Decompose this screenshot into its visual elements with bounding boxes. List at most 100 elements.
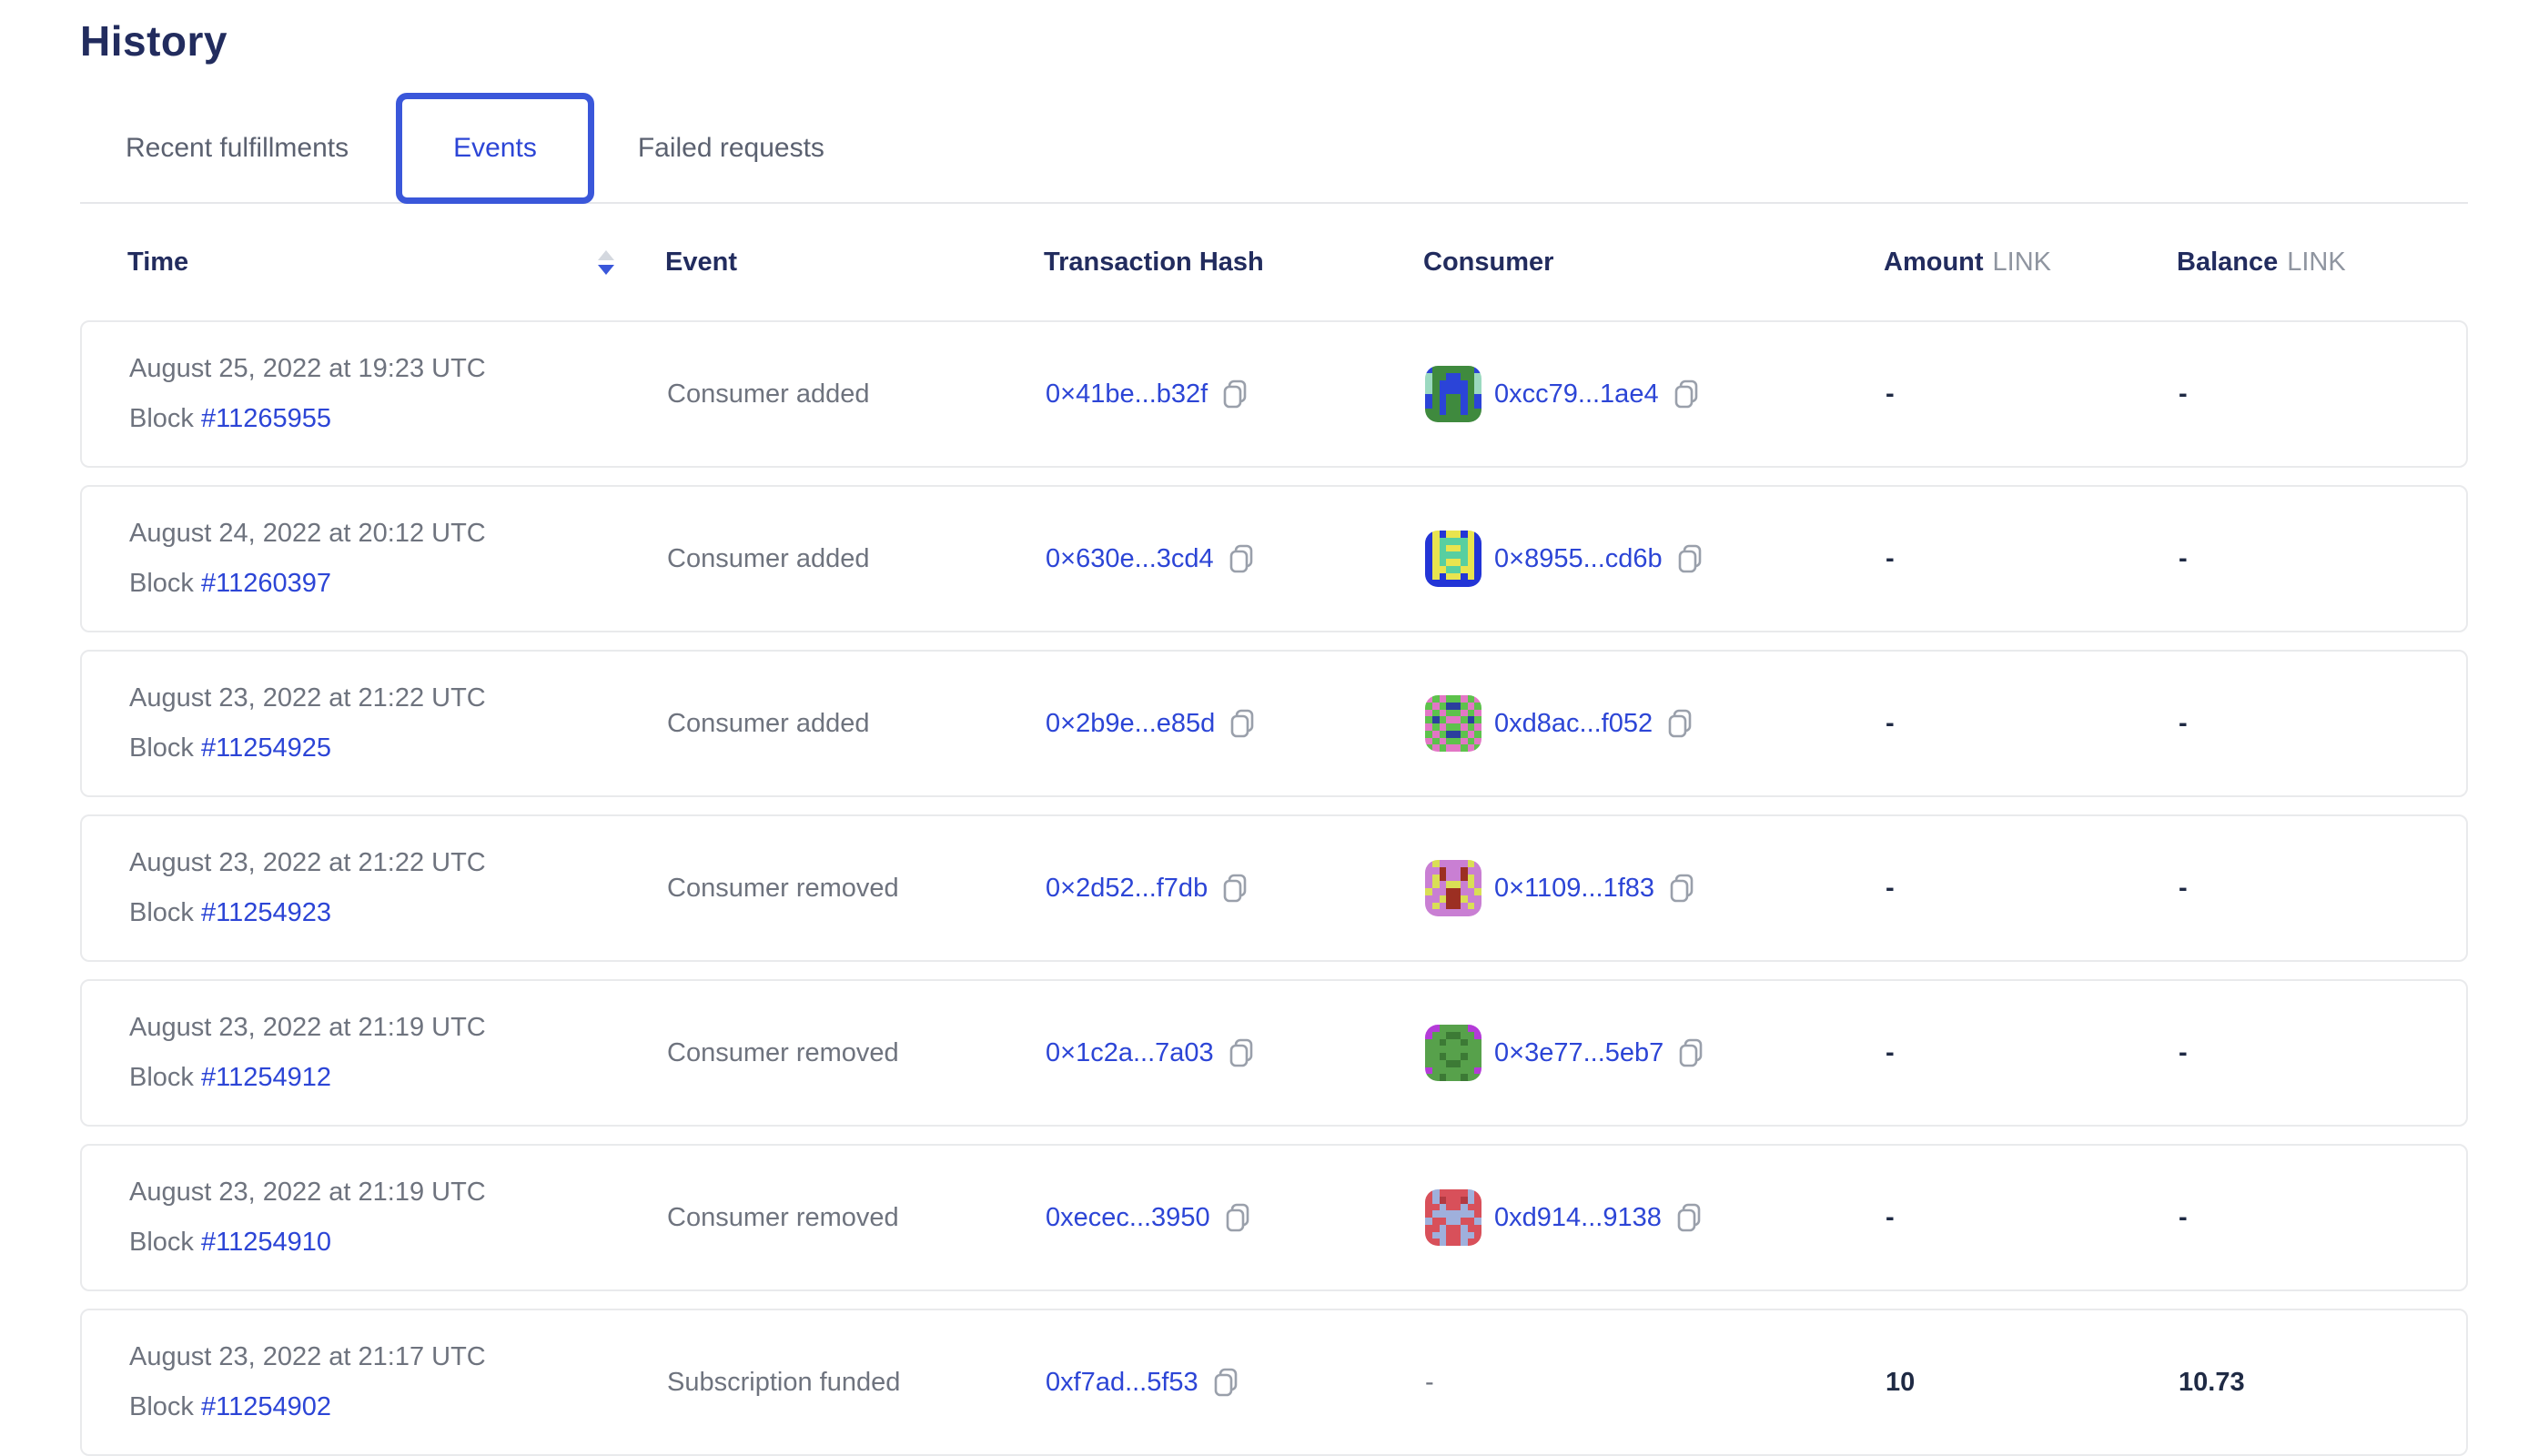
transaction-hash-cell: 0×41be...b32f — [1046, 378, 1425, 410]
event-cell: Subscription funded — [667, 1368, 1046, 1398]
consumer-avatar — [1425, 1025, 1481, 1081]
block-number-link[interactable]: #11254902 — [201, 1392, 331, 1421]
time-cell: August 23, 2022 at 21:19 UTC Block #1125… — [129, 1178, 667, 1258]
tab-events[interactable]: Events — [396, 93, 594, 204]
transaction-hash-link[interactable]: 0xecec...3950 — [1046, 1203, 1210, 1233]
event-cell: Consumer removed — [667, 874, 1046, 904]
amount-cell: - — [1886, 874, 2179, 904]
consumer-copy-button[interactable] — [1667, 872, 1696, 905]
consumer-address-link[interactable]: 0xcc79...1ae4 — [1494, 379, 1659, 410]
row-date: August 23, 2022 at 21:17 UTC — [129, 1342, 667, 1372]
consumer-cell: 0xd8ac...f052 — [1425, 695, 1886, 752]
consumer-copy-button[interactable] — [1675, 542, 1704, 575]
consumer-avatar — [1425, 366, 1481, 422]
consumer-copy-button[interactable] — [1674, 1201, 1704, 1234]
row-date: August 23, 2022 at 21:22 UTC — [129, 848, 667, 878]
block-label: Block — [129, 1063, 194, 1092]
block-number-link[interactable]: #11254912 — [201, 1063, 331, 1092]
transaction-hash-link[interactable]: 0xf7ad...5f53 — [1046, 1368, 1198, 1398]
page-title: History — [80, 0, 2468, 66]
table-row: August 23, 2022 at 21:22 UTC Block #1125… — [80, 650, 2468, 797]
column-header-balance: BalanceLINK — [2177, 248, 2468, 278]
block-label: Block — [129, 733, 194, 763]
history-tabs: Recent fulfillments Events Failed reques… — [80, 93, 2468, 204]
row-date: August 23, 2022 at 21:19 UTC — [129, 1013, 667, 1043]
column-header-time[interactable]: Time — [127, 248, 665, 278]
copy-icon — [1220, 378, 1249, 410]
transaction-copy-button[interactable] — [1227, 542, 1256, 575]
transaction-hash-link[interactable]: 0×41be...b32f — [1046, 379, 1208, 410]
row-block: Block #11254902 — [129, 1392, 667, 1422]
consumer-avatar — [1425, 695, 1481, 752]
block-label: Block — [129, 1228, 194, 1257]
events-table-body: August 25, 2022 at 19:23 UTC Block #1126… — [80, 320, 2468, 1456]
time-cell: August 24, 2022 at 20:12 UTC Block #1126… — [129, 519, 667, 599]
consumer-address-link[interactable]: 0xd8ac...f052 — [1494, 709, 1653, 739]
consumer-cell: 0×8955...cd6b — [1425, 531, 1886, 587]
consumer-avatar — [1425, 531, 1481, 587]
event-cell: Consumer removed — [667, 1203, 1046, 1233]
time-header-label: Time — [127, 248, 188, 278]
event-cell: Consumer removed — [667, 1038, 1046, 1068]
balance-cell: - — [2179, 709, 2466, 739]
amount-cell: - — [1886, 379, 2179, 410]
consumer-address-link[interactable]: 0×1109...1f83 — [1494, 874, 1654, 904]
transaction-hash-link[interactable]: 0×1c2a...7a03 — [1046, 1038, 1214, 1068]
copy-icon — [1665, 707, 1694, 740]
sort-descending-icon[interactable] — [598, 250, 614, 275]
transaction-hash-cell: 0×630e...3cd4 — [1046, 542, 1425, 575]
consumer-address-link[interactable]: 0xd914...9138 — [1494, 1203, 1662, 1233]
amount-cell: 10 — [1886, 1368, 2179, 1398]
column-header-event: Event — [665, 248, 1044, 278]
transaction-hash-cell: 0xf7ad...5f53 — [1046, 1366, 1425, 1399]
tab-recent-fulfillments[interactable]: Recent fulfillments — [126, 133, 349, 164]
consumer-address-link: - — [1425, 1368, 1434, 1398]
transaction-copy-button[interactable] — [1211, 1366, 1240, 1399]
balance-cell: - — [2179, 1203, 2466, 1233]
consumer-address-link[interactable]: 0×3e77...5eb7 — [1494, 1038, 1663, 1068]
transaction-hash-link[interactable]: 0×2b9e...e85d — [1046, 709, 1215, 739]
balance-link-unit: LINK — [2287, 248, 2345, 277]
tab-failed-requests[interactable]: Failed requests — [638, 133, 824, 164]
consumer-copy-button[interactable] — [1676, 1036, 1705, 1069]
copy-icon — [1672, 378, 1701, 410]
block-label: Block — [129, 898, 194, 927]
copy-icon — [1223, 1201, 1252, 1234]
consumer-address-link[interactable]: 0×8955...cd6b — [1494, 544, 1663, 574]
transaction-copy-button[interactable] — [1227, 1036, 1256, 1069]
block-number-link[interactable]: #11265955 — [201, 404, 331, 433]
copy-icon — [1227, 1036, 1256, 1069]
block-number-link[interactable]: #11254923 — [201, 898, 331, 927]
block-number-link[interactable]: #11254910 — [201, 1228, 331, 1257]
column-header-consumer: Consumer — [1423, 248, 1884, 278]
time-cell: August 23, 2022 at 21:22 UTC Block #1125… — [129, 683, 667, 763]
block-label: Block — [129, 1392, 194, 1421]
transaction-copy-button[interactable] — [1223, 1201, 1252, 1234]
block-number-link[interactable]: #11254925 — [201, 733, 331, 763]
copy-icon — [1227, 542, 1256, 575]
block-number-link[interactable]: #11260397 — [201, 569, 331, 598]
row-block: Block #11254910 — [129, 1228, 667, 1258]
time-cell: August 23, 2022 at 21:22 UTC Block #1125… — [129, 848, 667, 928]
amount-cell: - — [1886, 709, 2179, 739]
amount-cell: - — [1886, 544, 2179, 574]
consumer-copy-button[interactable] — [1665, 707, 1694, 740]
time-cell: August 23, 2022 at 21:19 UTC Block #1125… — [129, 1013, 667, 1093]
consumer-copy-button[interactable] — [1672, 378, 1701, 410]
table-row: August 23, 2022 at 21:22 UTC Block #1125… — [80, 814, 2468, 962]
copy-icon — [1211, 1366, 1240, 1399]
copy-icon — [1220, 872, 1249, 905]
copy-icon — [1676, 1036, 1705, 1069]
balance-cell: - — [2179, 544, 2466, 574]
transaction-hash-link[interactable]: 0×630e...3cd4 — [1046, 544, 1214, 574]
consumer-avatar — [1425, 1189, 1481, 1246]
row-block: Block #11265955 — [129, 404, 667, 434]
event-cell: Consumer added — [667, 709, 1046, 739]
transaction-hash-cell: 0×2d52...f7db — [1046, 872, 1425, 905]
transaction-copy-button[interactable] — [1220, 378, 1249, 410]
transaction-hash-link[interactable]: 0×2d52...f7db — [1046, 874, 1208, 904]
transaction-copy-button[interactable] — [1220, 872, 1249, 905]
balance-cell: - — [2179, 379, 2466, 410]
table-row: August 23, 2022 at 21:19 UTC Block #1125… — [80, 1144, 2468, 1291]
transaction-copy-button[interactable] — [1228, 707, 1257, 740]
